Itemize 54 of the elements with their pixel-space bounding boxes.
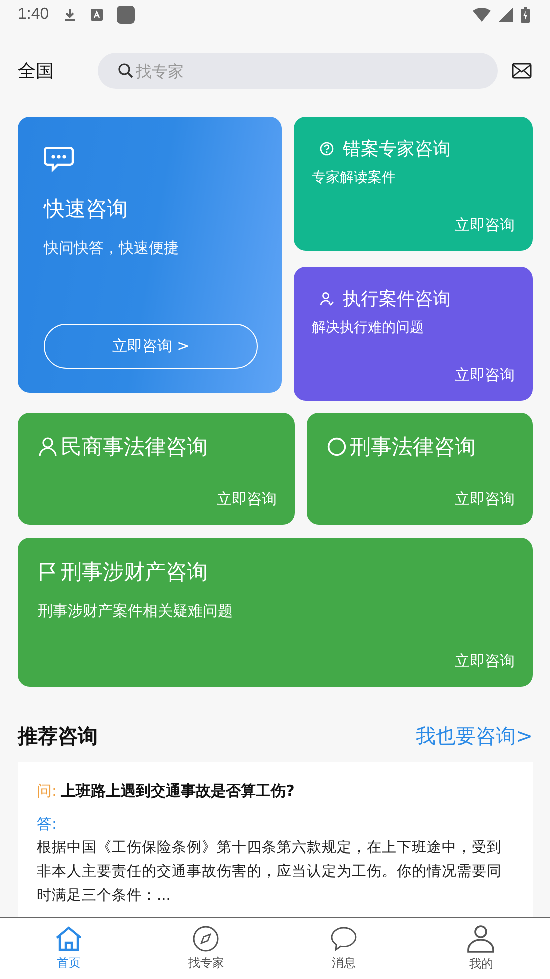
nav-tab[interactable]: 找专家 xyxy=(138,918,275,979)
search-field[interactable]: 找专家 xyxy=(98,53,498,89)
consult-card[interactable]: 刑事涉财产咨询 刑事涉财产案件相关疑难问题 立即咨询 xyxy=(18,538,533,687)
nav-tab[interactable]: 首页 xyxy=(0,918,138,979)
card-title: 快速咨询 xyxy=(44,196,128,223)
nav-tab[interactable]: 消息 xyxy=(275,918,412,979)
answer-label: 答: xyxy=(37,815,58,834)
person-icon xyxy=(467,924,496,952)
home-icon xyxy=(54,926,83,952)
consult-link[interactable]: 立即咨询 xyxy=(455,490,515,509)
chat-bubble-icon xyxy=(44,147,74,173)
wifi-icon xyxy=(473,8,491,22)
card-subtitle: 解决执行难的问题 xyxy=(312,319,425,337)
status-time: 1:40 xyxy=(18,6,50,24)
question-label: 问: xyxy=(37,782,58,801)
card-subtitle: 快问快答，快速便捷 xyxy=(44,239,179,258)
consult-card[interactable]: 执行案件咨询 解决执行难的问题 立即咨询 xyxy=(294,267,533,401)
card-subtitle: 刑事涉财产案件相关疑难问题 xyxy=(38,602,234,621)
consult-link[interactable]: 立即咨询 xyxy=(217,490,277,509)
quick-consult-card[interactable]: 快速咨询 快问快答，快速便捷 立即咨询 > xyxy=(18,117,282,393)
ask-link[interactable]: 我也要咨询> xyxy=(416,723,533,750)
answer-text: 根据中国《工伤保险条例》第十四条第六款规定，在上下班途中，受到非本人主要责任的交通事故伤害的，应当认定为工伤。你的情况需要同时满足三个条件：... xyxy=(37,838,503,906)
card-title: 错案专家咨询 xyxy=(343,138,451,161)
question-icon xyxy=(320,142,334,156)
battery-icon xyxy=(521,7,530,23)
card-title: 民商事法律咨询 xyxy=(61,434,208,461)
consult-button[interactable]: 立即咨询 > xyxy=(44,324,258,369)
consult-link[interactable]: 立即咨询 xyxy=(455,366,515,385)
consult-link[interactable]: 立即咨询 xyxy=(455,652,515,671)
question-text: 上班路上遇到交通事故是否算工伤? xyxy=(61,782,295,801)
person-icon xyxy=(38,437,58,457)
card-title: 刑事涉财产咨询 xyxy=(61,559,208,586)
compass-icon xyxy=(193,926,220,952)
card-title: 执行案件咨询 xyxy=(343,288,451,311)
card-subtitle: 专家解读案件 xyxy=(312,169,397,187)
consult-card[interactable]: 错案专家咨询 专家解读案件 立即咨询 xyxy=(294,117,533,251)
flag-icon xyxy=(38,562,58,582)
chat-icon xyxy=(330,926,357,952)
qa-card[interactable]: 问: 上班路上遇到交通事故是否算工伤? 答: 根据中国《工伤保险条例》第十四条第六款规定，在上下班途中，受到非本人主要责任的交通事故伤害的，应当认定为工伤。你的情况需要同时满足三个条件：... xyxy=(18,762,533,918)
square-icon xyxy=(117,6,136,24)
download-icon xyxy=(63,8,78,22)
app-icon xyxy=(91,9,104,21)
consult-card[interactable]: 刑事法律咨询 立即咨询 xyxy=(307,413,533,525)
signal-icon xyxy=(499,8,513,22)
search-icon xyxy=(118,63,134,79)
card-title: 刑事法律咨询 xyxy=(350,434,476,461)
person-icon xyxy=(320,292,334,306)
consult-card[interactable]: 民商事法律咨询 立即咨询 xyxy=(18,413,295,525)
mail-icon[interactable] xyxy=(512,63,532,79)
nav-tab[interactable]: 我的 xyxy=(412,918,550,979)
section-title: 推荐咨询 xyxy=(18,723,98,750)
consult-link[interactable]: 立即咨询 xyxy=(455,216,515,235)
region-selector[interactable]: 全国 xyxy=(18,59,98,83)
circle-icon xyxy=(327,437,347,457)
